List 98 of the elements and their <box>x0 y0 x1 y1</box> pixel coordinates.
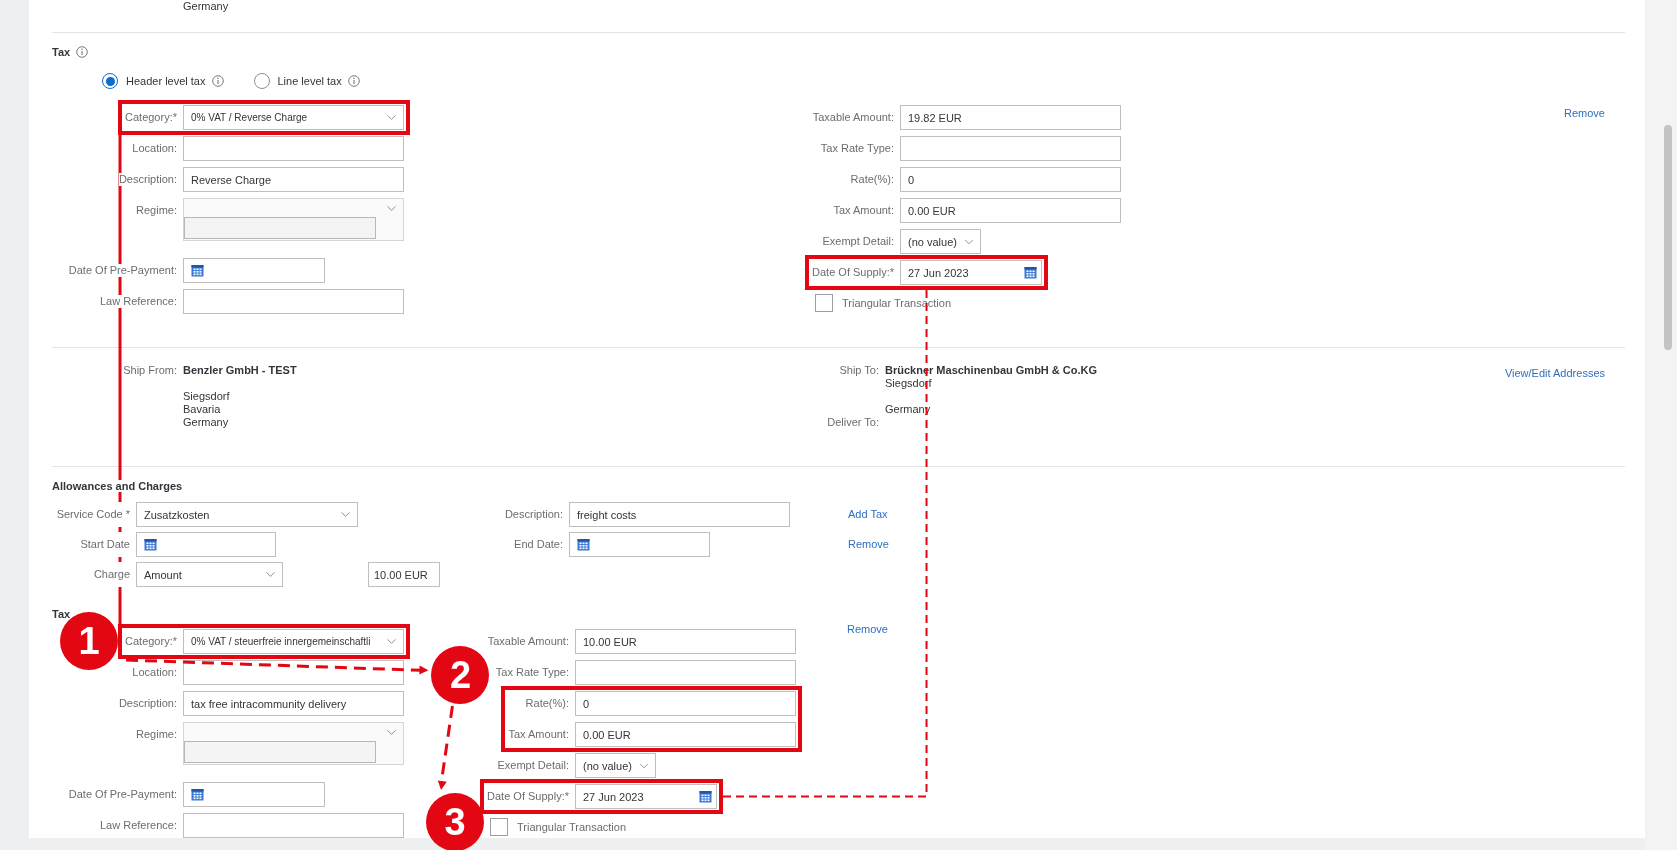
radio-circle[interactable] <box>102 73 118 89</box>
input-field[interactable] <box>184 217 376 239</box>
date-field[interactable]: 27 Jun 2023 <box>900 260 1042 285</box>
step-marker: 2 <box>431 646 490 704</box>
field-label: Deliver To: <box>827 416 879 429</box>
text-field[interactable] <box>183 660 404 685</box>
field-label: Description: <box>118 173 177 186</box>
field-label: Rate(%): <box>525 697 569 710</box>
dropdown[interactable]: 0% VAT / steuerfreie innergemeinschaftli <box>183 629 404 654</box>
checkbox[interactable] <box>490 818 508 836</box>
text-field[interactable]: 0 <box>900 167 1121 192</box>
calendar-icon[interactable] <box>144 538 157 551</box>
field-label: Charge <box>93 562 130 587</box>
address-line: Siegsdorf <box>885 377 933 390</box>
field-label: Tax Amount: <box>508 728 569 741</box>
field-label: Date Of Supply:* <box>812 266 894 279</box>
field-label: Category:* <box>125 635 177 648</box>
calendar-icon[interactable] <box>699 790 712 803</box>
info-icon[interactable] <box>211 75 224 87</box>
field-label: Description: <box>118 697 177 710</box>
text-field[interactable]: freight costs <box>569 502 790 527</box>
dropdown[interactable]: Zusatzkosten <box>136 502 358 527</box>
text-field[interactable]: 0.00 EUR <box>900 198 1121 223</box>
text-field[interactable]: Reverse Charge <box>183 167 404 192</box>
dropdown[interactable]: 0% VAT / Reverse Charge <box>183 105 404 130</box>
field-label: Tax Rate Type: <box>820 142 894 155</box>
field-label: Rate(%): <box>850 173 894 186</box>
checkbox-label: Triangular Transaction <box>517 821 627 833</box>
date-field[interactable]: 27 Jun 2023 <box>575 784 717 809</box>
field-label: Exempt Detail: <box>822 235 894 248</box>
address-line: Germany <box>182 0 230 13</box>
field-label: Tax Amount: <box>833 204 894 217</box>
date-field[interactable] <box>136 532 276 557</box>
field-label: Ship From: <box>123 364 177 377</box>
amount-field[interactable]: 10.00 EUR <box>368 562 440 587</box>
text-field[interactable]: 0.00 EUR <box>575 722 796 747</box>
add-tax-link[interactable]: Add Tax <box>848 508 1625 521</box>
field-label: Start Date <box>80 532 130 557</box>
text-field[interactable] <box>575 660 796 685</box>
section-title: Tax <box>52 46 71 58</box>
field-label: Taxable Amount: <box>812 111 894 124</box>
dropdown[interactable]: (no value) <box>900 229 981 254</box>
field-label: Category:* <box>125 111 177 124</box>
info-icon[interactable] <box>76 46 89 58</box>
remove-link[interactable]: Remove <box>1564 107 1605 120</box>
calendar-icon[interactable] <box>577 538 590 551</box>
radio-circle[interactable] <box>253 73 270 89</box>
field-label: Tax Rate Type: <box>495 666 569 679</box>
text-field[interactable] <box>183 289 404 314</box>
field-label: Location: <box>132 666 177 679</box>
view-edit-addresses-link[interactable]: View/Edit Addresses <box>1504 367 1605 429</box>
address-line: Siegsdorf <box>183 390 231 403</box>
field-label: Taxable Amount: <box>487 635 569 648</box>
address-line: Germany <box>885 403 932 416</box>
text-field[interactable] <box>900 136 1121 161</box>
calendar-icon[interactable] <box>191 264 204 277</box>
date-field[interactable] <box>569 532 710 557</box>
section-title: Allowances and Charges <box>52 480 183 492</box>
field-label: Exempt Detail: <box>497 759 569 772</box>
company-name: Benzler GmbH - TEST <box>183 364 298 377</box>
input-field[interactable] <box>184 741 376 763</box>
checkbox[interactable] <box>815 294 833 312</box>
address-line: Bavaria <box>183 403 222 416</box>
field-label: Date Of Pre-Payment: <box>68 788 177 801</box>
field-label: Law Reference: <box>99 295 177 308</box>
field-label: Law Reference: <box>99 819 177 832</box>
radio-option[interactable]: Header level tax <box>102 73 206 89</box>
date-field[interactable] <box>183 782 325 807</box>
info-icon[interactable] <box>347 75 360 87</box>
text-field[interactable] <box>183 136 404 161</box>
field-label: Regime: <box>136 728 177 741</box>
scrollbar-thumb[interactable] <box>1664 125 1672 350</box>
regime-dropdown[interactable] <box>183 198 404 241</box>
field-label: Ship To: <box>839 364 879 377</box>
text-field[interactable]: 0 <box>575 691 796 716</box>
field-label: Date Of Supply:* <box>487 790 569 803</box>
address-line: Germany <box>183 416 230 429</box>
regime-dropdown[interactable] <box>183 722 404 765</box>
calendar-icon[interactable] <box>191 788 204 801</box>
text-field[interactable]: 10.00 EUR <box>575 629 796 654</box>
field-label: Service Code * <box>56 502 130 527</box>
radio-option[interactable]: Line level tax <box>253 73 342 89</box>
scrollbar[interactable] <box>1645 0 1677 850</box>
text-field[interactable]: 19.82 EUR <box>900 105 1121 130</box>
date-field[interactable] <box>183 258 325 283</box>
text-field[interactable] <box>183 813 404 838</box>
field-label: Date Of Pre-Payment: <box>68 264 177 277</box>
remove-link[interactable]: Remove <box>847 623 888 636</box>
text-field[interactable]: tax free intracommunity delivery <box>183 691 404 716</box>
checkbox-label: Triangular Transaction <box>842 297 952 309</box>
calendar-icon[interactable] <box>1024 266 1037 279</box>
field-label: Regime: <box>136 204 177 217</box>
field-label: Location: <box>132 142 177 155</box>
step-marker: 3 <box>426 793 485 850</box>
remove-link[interactable]: Remove <box>848 538 1625 551</box>
dropdown[interactable]: Amount <box>136 562 283 587</box>
dropdown[interactable]: (no value) <box>575 753 656 778</box>
company-name: Brückner Maschinenbau GmbH & Co.KG <box>885 364 1099 377</box>
